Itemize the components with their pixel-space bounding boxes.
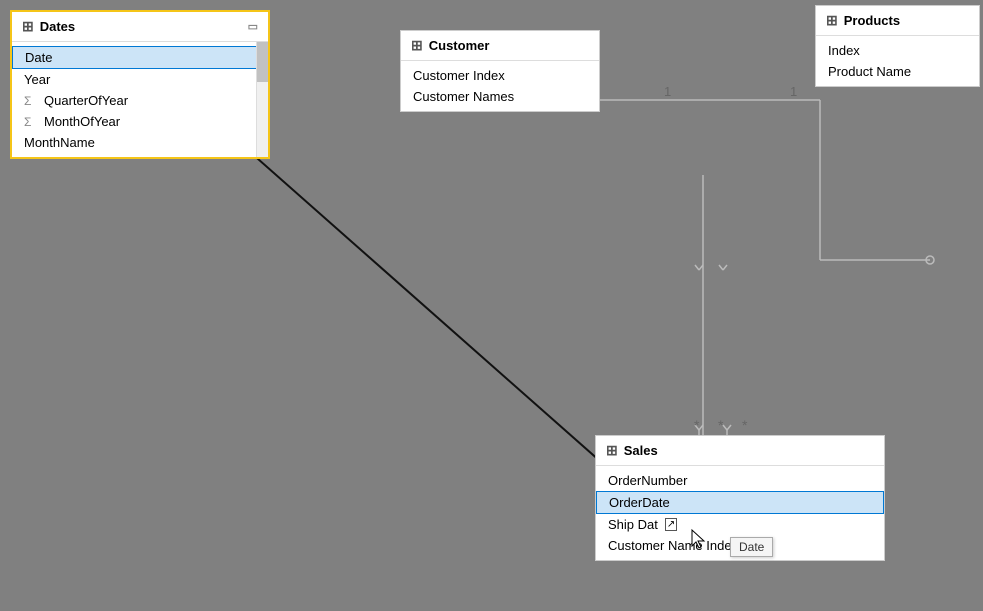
customer-table: ⊞ Customer Customer Index Customer Names [400,30,600,112]
dates-field-monthname-label: MonthName [24,135,95,150]
dates-field-year[interactable]: Year [12,69,268,90]
customer-field-names[interactable]: Customer Names [401,86,599,107]
products-table-title: Products [844,13,900,28]
customer-field-index[interactable]: Customer Index [401,65,599,86]
svg-text:*: * [694,417,700,433]
dates-table-body: Date Year Σ QuarterOfYear Σ MonthOfYear … [12,42,268,157]
customer-field-index-label: Customer Index [413,68,505,83]
customer-table-title: Customer [429,38,490,53]
products-table-header: ⊞ Products [816,6,979,36]
sales-table-header: ⊞ Sales [596,436,884,466]
products-field-index-label: Index [828,43,860,58]
dates-field-monthname[interactable]: MonthName [12,132,268,153]
dates-field-quarterofyear-label: QuarterOfYear [44,93,128,108]
customer-table-body: Customer Index Customer Names [401,61,599,111]
sigma-icon-2: Σ [24,115,38,129]
products-table: ⊞ Products Index Product Name [815,5,980,87]
tooltip-popup: Date [730,537,773,557]
sales-field-ordernumber[interactable]: OrderNumber [596,470,884,491]
sales-field-shipdate-icon: ↗ [665,518,677,531]
svg-text:*: * [742,417,748,433]
sales-table-title: Sales [624,443,658,458]
products-table-icon: ⊞ [826,12,838,29]
sales-field-shipdate[interactable]: Ship Dat ↗ [596,514,884,535]
customer-table-icon: ⊞ [411,37,423,54]
products-field-index[interactable]: Index [816,40,979,61]
products-table-body: Index Product Name [816,36,979,86]
tooltip-text: Date [739,540,764,554]
dates-table-title: Dates [40,19,75,34]
svg-text:*: * [718,417,724,433]
sales-table-icon: ⊞ [606,442,618,459]
dates-field-year-label: Year [24,72,50,87]
dates-field-monthofyear[interactable]: Σ MonthOfYear [12,111,268,132]
svg-text:1: 1 [790,84,797,99]
sales-field-shipdate-label: Ship Dat [608,517,658,532]
dates-field-monthofyear-label: MonthOfYear [44,114,120,129]
dates-collapse-icon[interactable]: ▭ [248,20,258,33]
products-field-productname-label: Product Name [828,64,911,79]
customer-field-names-label: Customer Names [413,89,514,104]
svg-text:1: 1 [664,84,671,99]
dates-table: ⊞ Dates ▭ Date Year Σ QuarterOfYear Σ Mo… [10,10,270,159]
dates-table-icon: ⊞ [22,18,34,35]
dates-table-header: ⊞ Dates ▭ [12,12,268,42]
dates-scrollbar-thumb [257,42,268,82]
sigma-icon-1: Σ [24,94,38,108]
customer-table-header: ⊞ Customer [401,31,599,61]
dates-field-quarterofyear[interactable]: Σ QuarterOfYear [12,90,268,111]
sales-field-orderdate-label: OrderDate [609,495,670,510]
dates-field-date-label: Date [25,50,52,65]
dates-field-date[interactable]: Date [12,46,268,69]
sales-field-ordernumber-label: OrderNumber [608,473,687,488]
dates-scrollbar[interactable] [256,42,268,157]
products-field-productname[interactable]: Product Name [816,61,979,82]
sales-field-customernameindex-label: Customer Name Index [608,538,738,553]
sales-field-orderdate[interactable]: OrderDate [596,491,884,514]
